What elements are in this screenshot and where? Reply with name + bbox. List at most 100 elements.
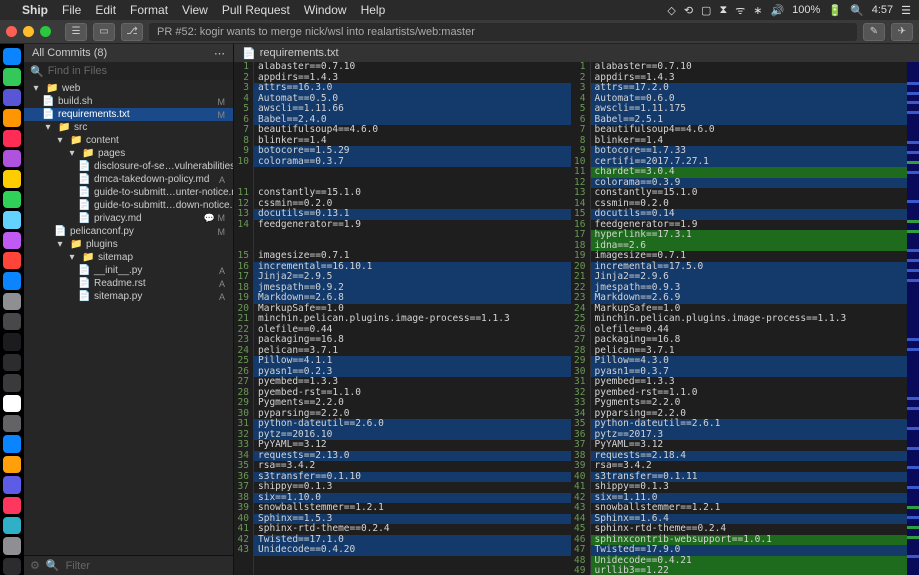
submit-review-button[interactable]: ✈	[891, 23, 913, 41]
dock-app-icon[interactable]	[3, 191, 21, 208]
more-actions-icon[interactable]: ⋯	[214, 47, 225, 60]
code-line[interactable]: hyperlink==17.3.1	[591, 230, 908, 241]
code-line[interactable]: beautifulsoup4==4.6.0	[591, 125, 908, 136]
tree-file[interactable]: 📄sitemap.pyA	[24, 290, 233, 303]
dropbox-icon[interactable]: ◇	[667, 4, 675, 17]
code-line[interactable]: PyYAML==3.12	[254, 440, 571, 451]
code-line[interactable]: alabaster==0.7.10	[591, 62, 908, 73]
code-line[interactable]: beautifulsoup4==4.6.0	[254, 125, 571, 136]
code-line[interactable]	[254, 556, 571, 567]
notification-center-icon[interactable]: ☰	[901, 4, 911, 17]
sync-icon[interactable]: ⟲	[684, 4, 693, 17]
tree-folder[interactable]: ▾📁sitemap	[24, 251, 233, 264]
battery-icon[interactable]: 🔋	[828, 4, 842, 17]
dock-app-icon[interactable]	[3, 435, 21, 452]
gear-icon[interactable]: ⚙	[30, 559, 40, 572]
code-line[interactable]: packaging==16.8	[254, 335, 571, 346]
dock-app-icon[interactable]	[3, 558, 21, 575]
code-line[interactable]: constantly==15.1.0	[254, 188, 571, 199]
code-line[interactable]: colorama==0.3.7	[254, 157, 571, 168]
search-icon[interactable]: 🔍	[850, 4, 864, 17]
code-line[interactable]: feedgenerator==1.9	[254, 220, 571, 231]
find-in-files[interactable]: 🔍 Find in Files	[24, 62, 233, 80]
code-line[interactable]: sphinx-rtd-theme==0.2.4	[591, 524, 908, 535]
tree-file[interactable]: 📄privacy.md💬 M	[24, 212, 233, 225]
dock-app-icon[interactable]	[3, 497, 21, 514]
close-window-button[interactable]	[6, 26, 17, 37]
dock-app-icon[interactable]	[3, 150, 21, 167]
code-line[interactable]: constantly==15.1.0	[591, 188, 908, 199]
dock-app-icon[interactable]	[3, 68, 21, 85]
tree-folder[interactable]: ▾📁content	[24, 134, 233, 147]
menu-pull-request[interactable]: Pull Request	[222, 3, 290, 17]
left-code[interactable]: alabaster==0.7.10appdirs==1.4.3attrs==16…	[254, 62, 571, 575]
code-line[interactable]: imagesize==0.7.1	[591, 251, 908, 262]
dock-app-icon[interactable]	[3, 313, 21, 330]
tree-file[interactable]: 📄disclosure-of-se…vulnerabilities.mdA	[24, 160, 233, 173]
code-line[interactable]: Pygments==2.2.0	[591, 398, 908, 409]
code-line[interactable]: pyembed==1.3.3	[254, 377, 571, 388]
add-comment-button[interactable]: ✎	[863, 23, 885, 41]
dock-app-icon[interactable]	[3, 395, 21, 412]
bluetooth-icon[interactable]: ∗	[753, 4, 762, 17]
pr-title-field[interactable]: PR #52: kogir wants to merge nick/wsl in…	[149, 23, 857, 41]
code-line[interactable]: awscli==1.11.175	[591, 104, 908, 115]
code-line[interactable]: Twisted==17.9.0	[591, 545, 908, 556]
tree-folder[interactable]: ▾📁src	[24, 121, 233, 134]
code-line[interactable]: snowballstemmer==1.2.1	[591, 503, 908, 514]
code-line[interactable]: packaging==16.8	[591, 335, 908, 346]
dock-app-icon[interactable]	[3, 476, 21, 493]
code-line[interactable]: Pillow==4.1.1	[254, 356, 571, 367]
code-line[interactable]: attrs==16.3.0	[254, 83, 571, 94]
dock-app-icon[interactable]	[3, 354, 21, 371]
dock-app-icon[interactable]	[3, 293, 21, 310]
commits-label[interactable]: All Commits (8)	[32, 47, 107, 59]
menu-format[interactable]: Format	[130, 3, 168, 17]
display-icon[interactable]: ▢	[701, 4, 711, 17]
code-line[interactable]: shippy==0.1.3	[591, 482, 908, 493]
merge-button[interactable]: ⎇	[121, 23, 143, 41]
code-line[interactable]: Jinja2==2.9.5	[254, 272, 571, 283]
menu-help[interactable]: Help	[361, 3, 386, 17]
dock-app-icon[interactable]	[3, 415, 21, 432]
right-code[interactable]: alabaster==0.7.10appdirs==1.4.3attrs==17…	[591, 62, 908, 575]
code-line[interactable]	[254, 230, 571, 241]
tree-file[interactable]: 📄requirements.txtM	[24, 108, 233, 121]
diff-view[interactable]: 1234567891011121314151617181920212223242…	[234, 62, 919, 575]
code-line[interactable]: snowballstemmer==1.2.1	[254, 503, 571, 514]
tree-folder[interactable]: ▾📁web	[24, 82, 233, 95]
code-line[interactable]: PyYAML==3.12	[591, 440, 908, 451]
wifi-icon[interactable]: ᯤ	[735, 3, 745, 18]
code-line[interactable]: pyembed==1.3.3	[591, 377, 908, 388]
code-line[interactable]: Markdown==2.6.9	[591, 293, 908, 304]
zoom-window-button[interactable]	[40, 26, 51, 37]
tree-file[interactable]: 📄__init__.pyA	[24, 264, 233, 277]
tree-file[interactable]: 📄pelicanconf.pyM	[24, 225, 233, 238]
file-tree[interactable]: ▾📁web📄build.shM📄requirements.txtM▾📁src▾📁…	[24, 80, 233, 555]
dock-app-icon[interactable]	[3, 517, 21, 534]
tree-folder[interactable]: ▾📁pages	[24, 147, 233, 160]
code-line[interactable]: minchin.pelican.plugins.image-process==1…	[254, 314, 571, 325]
dock-app-icon[interactable]	[3, 333, 21, 350]
time-icon[interactable]: ⧗	[719, 4, 727, 17]
menu-file[interactable]: File	[62, 3, 81, 17]
tree-file[interactable]: 📄build.shM	[24, 95, 233, 108]
code-line[interactable]: minchin.pelican.plugins.image-process==1…	[591, 314, 908, 325]
menu-edit[interactable]: Edit	[95, 3, 116, 17]
tree-file[interactable]: 📄dmca-takedown-policy.mdA	[24, 173, 233, 186]
volume-icon[interactable]: 🔊	[770, 4, 784, 17]
menu-view[interactable]: View	[182, 3, 208, 17]
sidebar-toggle-button[interactable]: ☰	[65, 23, 87, 41]
tree-file[interactable]: 📄Readme.rstA	[24, 277, 233, 290]
overview-ruler[interactable]	[907, 62, 919, 575]
menu-window[interactable]: Window	[304, 3, 347, 17]
code-line[interactable]: attrs==17.2.0	[591, 83, 908, 94]
tree-folder[interactable]: ▾📁plugins	[24, 238, 233, 251]
code-line[interactable]	[254, 167, 571, 178]
dock-app-icon[interactable]	[3, 232, 21, 249]
code-line[interactable]	[254, 566, 571, 575]
filter-placeholder[interactable]: Filter	[66, 560, 90, 572]
dock-app-icon[interactable]	[3, 374, 21, 391]
code-line[interactable]: Pillow==4.3.0	[591, 356, 908, 367]
code-line[interactable]: imagesize==0.7.1	[254, 251, 571, 262]
